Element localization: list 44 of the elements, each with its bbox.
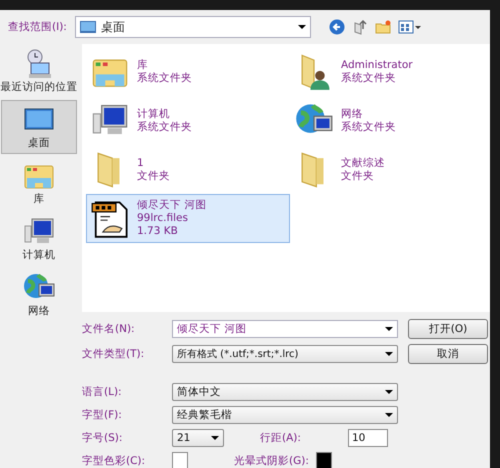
look-in-dropdown[interactable]: 桌面 <box>74 16 311 38</box>
file-item[interactable]: 计算机 系统文件夹 <box>86 96 290 145</box>
line-spacing-field[interactable]: 10 <box>348 429 388 447</box>
place-item[interactable]: 计算机 <box>1 212 77 266</box>
file-item[interactable]: Administrator 系统文件夹 <box>290 47 486 96</box>
color-swatch[interactable] <box>316 452 332 468</box>
place-item[interactable]: 最近访问的位置 <box>1 44 77 98</box>
file-item[interactable]: 库 系统文件夹 <box>86 47 290 96</box>
color-swatch[interactable] <box>172 452 188 468</box>
font-size-label: 字号(S): <box>82 431 124 445</box>
line-spacing-label: 行距(A): <box>260 431 302 445</box>
file-item[interactable]: 文献综述 文件夹 <box>290 145 486 194</box>
halo-shadow-label: 光晕式阴影(G): <box>234 454 310 468</box>
up-folder-icon[interactable] <box>352 19 368 35</box>
language-label: 语言(L): <box>82 385 123 399</box>
lyrics-file-icon <box>91 200 129 238</box>
place-item[interactable]: 网络 <box>1 268 77 322</box>
font-size-dropdown[interactable]: 21 <box>172 429 224 447</box>
file-item[interactable]: 倾尽天下 河图 99lrc.files 1.73 KB <box>86 194 290 243</box>
font-color-label: 字型色彩(C): <box>82 454 146 468</box>
new-folder-icon[interactable] <box>374 19 391 35</box>
caret-icon <box>211 436 219 440</box>
file-type-label: 文件类型(T): <box>82 347 146 361</box>
file-name-field[interactable]: 倾尽天下 河图 <box>172 320 398 338</box>
cancel-button[interactable]: 取消 <box>408 344 488 364</box>
place-item[interactable]: 桌面 <box>1 100 77 154</box>
file-type-dropdown[interactable]: 所有格式 (*.utf;*.srt;*.lrc) <box>172 345 398 363</box>
file-name-label: 文件名(N): <box>82 322 136 336</box>
caret-icon <box>298 25 306 29</box>
caret-icon <box>385 413 393 417</box>
view-menu-icon[interactable] <box>398 19 422 35</box>
file-item[interactable]: 1 文件夹 <box>86 145 290 194</box>
back-icon[interactable] <box>328 19 345 35</box>
font-label: 字型(F): <box>82 408 123 422</box>
caret-icon <box>385 327 393 331</box>
look-in-label: 查找范围(I): <box>8 20 67 34</box>
desktop-icon <box>80 21 96 33</box>
caret-icon <box>385 352 393 356</box>
font-dropdown[interactable]: 经典繁毛楷 <box>172 406 398 424</box>
caret-icon <box>385 390 393 394</box>
place-item[interactable]: 库 <box>1 156 77 210</box>
open-button[interactable]: 打开(O) <box>408 319 488 339</box>
language-dropdown[interactable]: 简体中文 <box>172 383 398 401</box>
file-item[interactable]: 网络 系统文件夹 <box>290 96 486 145</box>
